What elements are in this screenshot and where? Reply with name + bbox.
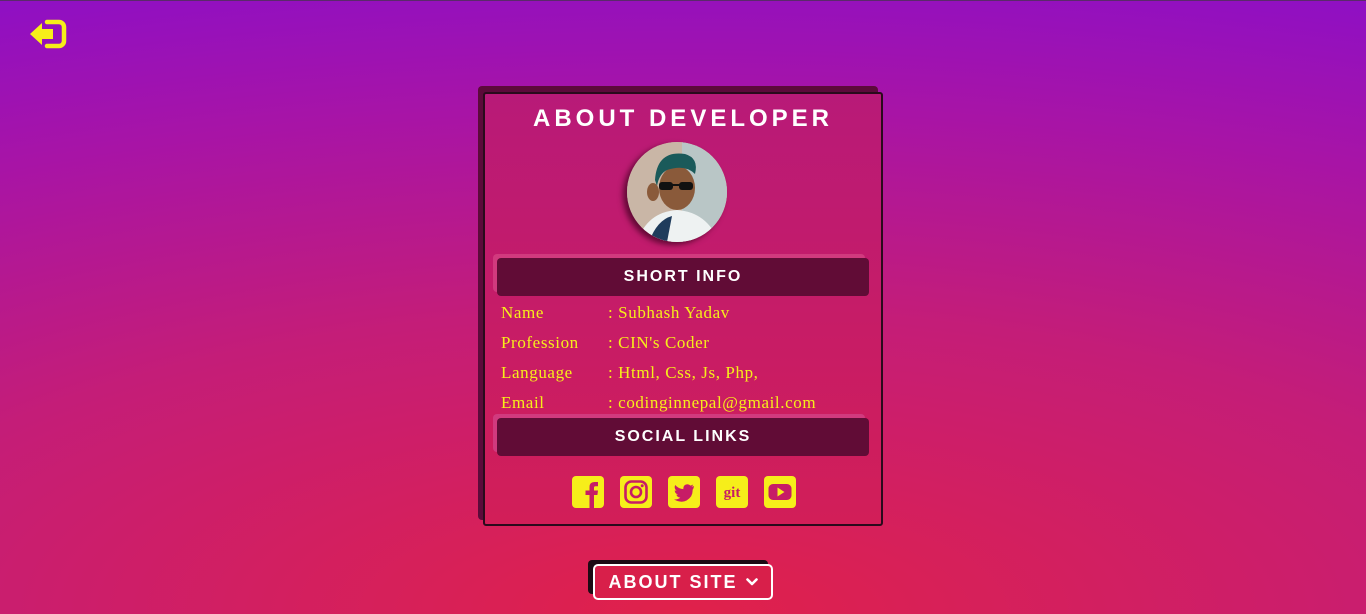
card-title: ABOUT DEVELOPER	[532, 105, 834, 132]
info-value: : codinginnepal@gmail.com	[608, 393, 817, 412]
info-label: Name	[501, 303, 544, 322]
avatar	[627, 142, 727, 242]
git-icon-text: git	[724, 485, 741, 501]
info-value: : Html, Css, Js, Php,	[608, 363, 759, 382]
info-value: : CIN's Coder	[608, 333, 710, 352]
facebook-icon[interactable]	[572, 476, 604, 508]
social-links-heading: SOCIAL LINKS	[497, 418, 869, 456]
sign-out-icon[interactable]	[29, 19, 67, 49]
git-icon[interactable]: git	[716, 476, 748, 508]
info-label: Profession	[501, 333, 579, 352]
about-site-button[interactable]: ABOUT SITE	[593, 564, 773, 600]
short-info-heading: SHORT INFO	[497, 258, 869, 296]
info-value: : Subhash Yadav	[608, 303, 730, 322]
youtube-icon[interactable]	[764, 476, 796, 508]
info-label: Email	[501, 393, 545, 412]
info-label: Language	[501, 363, 573, 382]
chevron-down-icon	[745, 577, 758, 587]
about-developer-card: ABOUT DEVELOPER SHORT INFO Name : Subhas…	[483, 92, 883, 526]
about-site-label: ABOUT SITE	[608, 571, 738, 592]
instagram-icon[interactable]	[620, 476, 652, 508]
twitter-icon[interactable]	[668, 476, 700, 508]
